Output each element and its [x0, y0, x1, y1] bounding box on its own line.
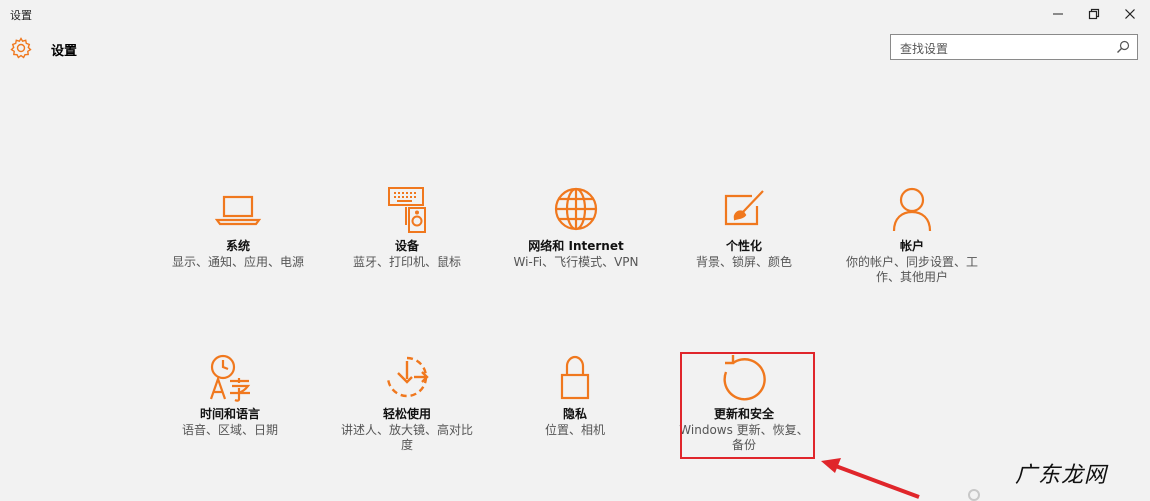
time-language-icon — [209, 354, 251, 402]
tile-ease-of-access[interactable]: 轻松使用 讲述人、放大镜、高对比度 — [337, 353, 477, 453]
tile-name: 个性化 — [725, 239, 762, 253]
tile-desc: 显示、通知、应用、电源 — [171, 255, 304, 269]
red-arrow-annotation — [821, 458, 920, 499]
window-title: 设置 — [10, 9, 32, 22]
tile-system[interactable]: 系统 显示、通知、应用、电源 — [168, 185, 308, 270]
lock-icon — [560, 355, 590, 400]
highlight-box — [680, 352, 815, 459]
tile-desc: 语音、区域、日期 — [181, 423, 278, 437]
restore-icon — [1088, 8, 1100, 20]
tile-personalization[interactable]: 个性化 背景、锁屏、颜色 — [674, 185, 814, 270]
tile-name: 系统 — [225, 239, 250, 253]
tile-name: 轻松使用 — [382, 407, 431, 421]
close-icon — [1125, 9, 1135, 19]
tile-desc: Wi-Fi、飞行模式、VPN — [513, 255, 639, 269]
tile-network[interactable]: 网络和 Internet Wi-Fi、飞行模式、VPN — [506, 185, 646, 270]
person-icon — [892, 187, 932, 232]
search-placeholder: 查找设置 — [900, 42, 949, 56]
tile-desc: 讲述人、放大镜、高对比度 — [340, 423, 473, 452]
tile-desc: 背景、锁屏、颜色 — [695, 255, 792, 269]
tile-name: 设备 — [394, 239, 419, 253]
page-title: 设置 — [51, 44, 78, 59]
paintbrush-icon — [724, 190, 764, 226]
tile-devices[interactable]: 设备 蓝牙、打印机、鼠标 — [337, 185, 477, 270]
tile-name: 时间和语言 — [199, 407, 260, 421]
tile-desc: 蓝牙、打印机、鼠标 — [352, 255, 461, 269]
search-icon[interactable] — [1116, 40, 1130, 54]
devices-icon — [388, 187, 426, 233]
tile-desc: 你的帐户、同步设置、工作、其他用户 — [845, 255, 978, 284]
watermark-dot — [968, 489, 980, 501]
watermark: 广东龙网 — [1015, 463, 1108, 488]
tile-desc: 位置、相机 — [544, 423, 605, 437]
tile-privacy[interactable]: 隐私 位置、相机 — [505, 353, 645, 438]
close-button[interactable] — [1112, 0, 1148, 28]
search-input[interactable]: 查找设置 — [890, 34, 1138, 60]
tile-name: 网络和 Internet — [528, 239, 624, 253]
gear-icon — [10, 37, 32, 59]
globe-icon — [554, 187, 598, 231]
restore-button[interactable] — [1076, 0, 1112, 28]
minimize-button[interactable] — [1040, 0, 1076, 28]
minimize-icon — [1053, 13, 1063, 15]
ease-of-access-icon — [386, 356, 429, 398]
tile-accounts[interactable]: 帐户 你的帐户、同步设置、工作、其他用户 — [842, 185, 982, 285]
title-bar: 设置 — [0, 0, 1150, 30]
laptop-icon — [214, 195, 262, 226]
tile-name: 隐私 — [562, 407, 587, 421]
tile-time-language[interactable]: 时间和语言 语音、区域、日期 — [160, 353, 300, 438]
tile-name: 帐户 — [899, 239, 924, 253]
